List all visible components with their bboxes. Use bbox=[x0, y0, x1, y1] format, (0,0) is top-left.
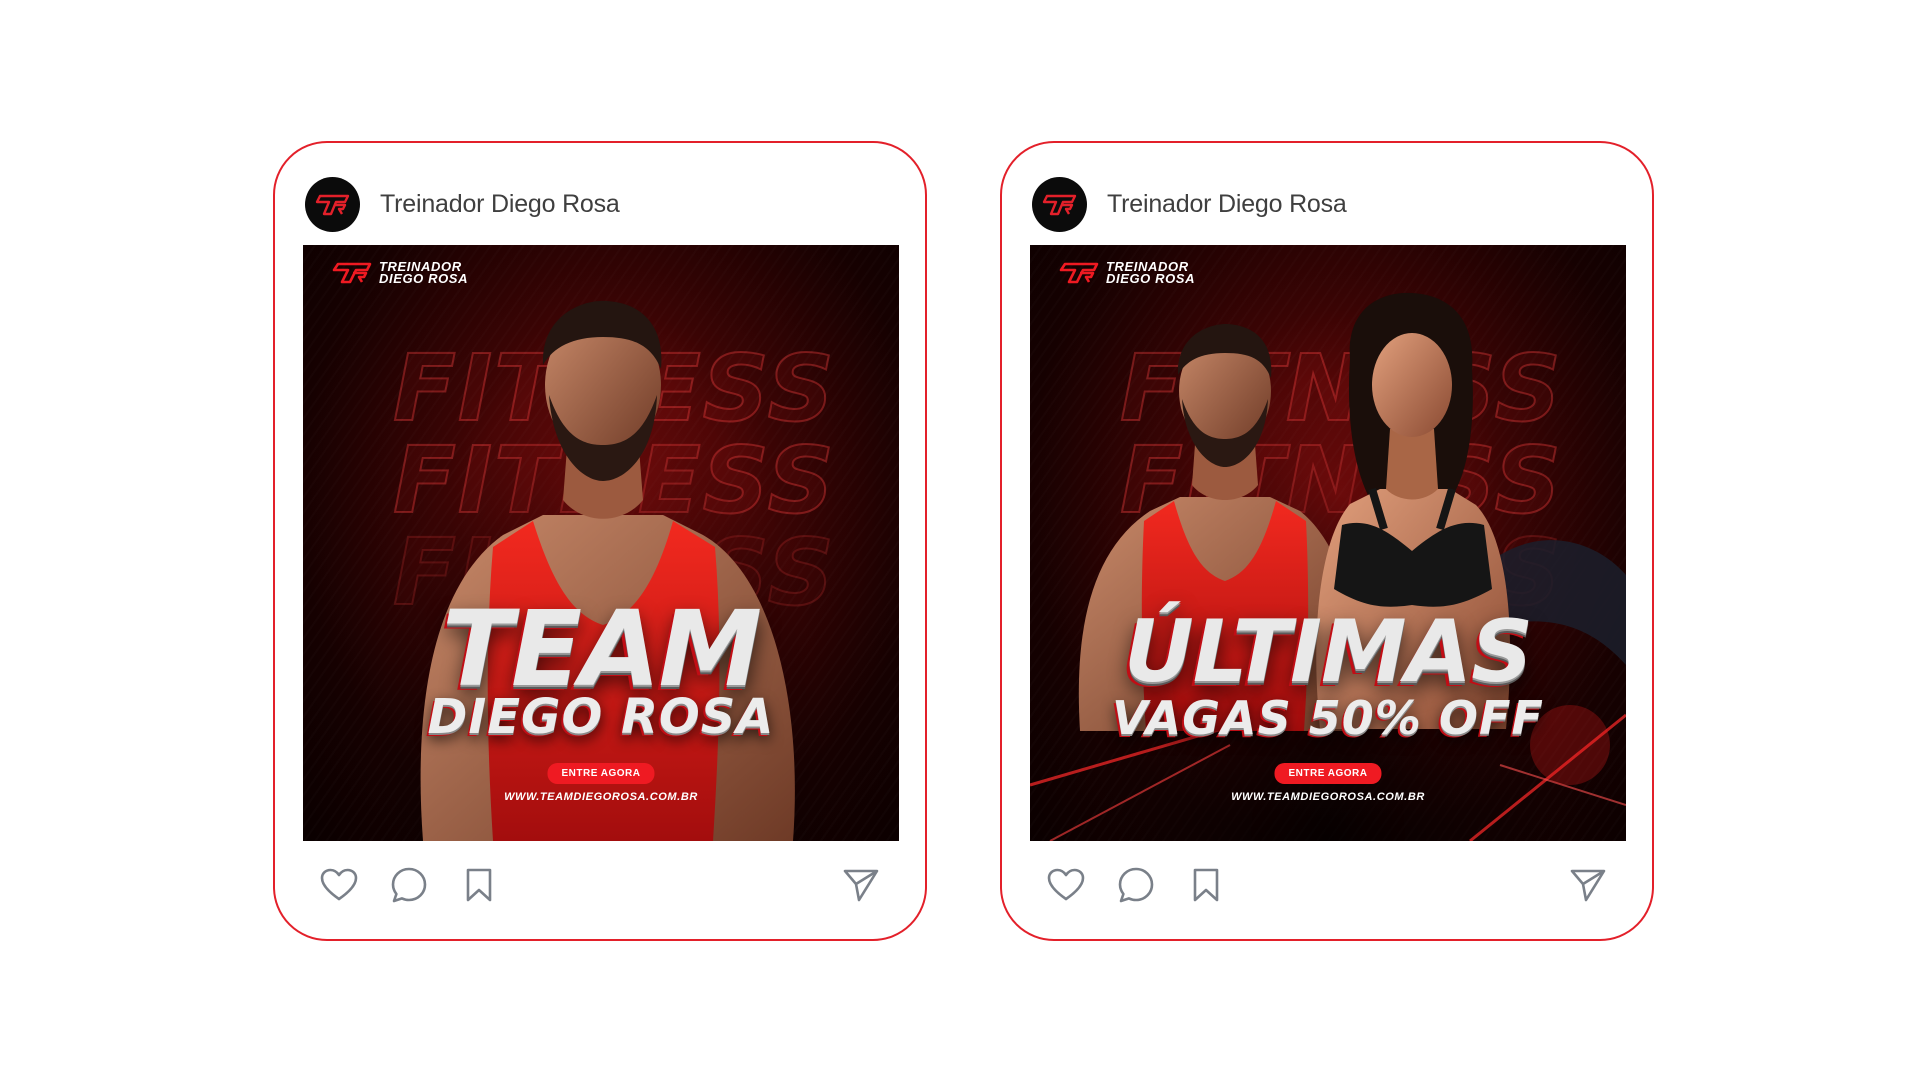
comment-button[interactable] bbox=[1116, 865, 1156, 905]
tr-logo-icon bbox=[1059, 262, 1099, 284]
account-name[interactable]: Treinador Diego Rosa bbox=[1107, 190, 1347, 219]
heart-icon bbox=[1047, 868, 1085, 901]
tr-logo-icon bbox=[1042, 194, 1076, 215]
avatar[interactable] bbox=[1032, 177, 1087, 232]
account-name[interactable]: Treinador Diego Rosa bbox=[380, 190, 620, 219]
brand-logo: TREINADOR DIEGO ROSA bbox=[1058, 260, 1196, 286]
headline-main: ÚLTIMAS bbox=[1123, 602, 1533, 702]
headline-sub: VAGAS 50% OFF bbox=[1112, 691, 1544, 745]
action-bar bbox=[1046, 865, 1608, 905]
send-icon bbox=[843, 869, 879, 902]
bookmark-icon bbox=[1193, 868, 1219, 902]
cta-button[interactable]: ENTRE AGORA bbox=[1274, 763, 1382, 784]
save-button[interactable] bbox=[459, 865, 499, 905]
post-card: Treinador Diego Rosa FITNESS FITNESS FIT… bbox=[273, 141, 927, 941]
like-button[interactable] bbox=[319, 865, 359, 905]
brand-logo: TREINADOR DIEGO ROSA bbox=[331, 260, 469, 286]
heart-icon bbox=[320, 868, 358, 901]
post-image[interactable]: FITNESS FITNESS FITNESS TREINADOR DIEGO … bbox=[303, 245, 899, 841]
comment-icon bbox=[1118, 867, 1154, 903]
post-header: Treinador Diego Rosa bbox=[305, 177, 620, 232]
comment-button[interactable] bbox=[389, 865, 429, 905]
brand-line-2: DIEGO ROSA bbox=[379, 271, 469, 286]
action-bar bbox=[319, 865, 881, 905]
website-url: WWW.TEAMDIEGOROSA.COM.BR bbox=[504, 791, 698, 803]
comment-icon bbox=[391, 867, 427, 903]
man-photo bbox=[420, 300, 795, 841]
cta-button[interactable]: ENTRE AGORA bbox=[547, 763, 655, 784]
send-icon bbox=[1570, 869, 1606, 902]
headline-main: TEAM bbox=[442, 588, 762, 710]
post-card: Treinador Diego Rosa FITNESS FITNESS FIT… bbox=[1000, 141, 1654, 941]
post-header: Treinador Diego Rosa bbox=[1032, 177, 1347, 232]
post-image[interactable]: FITNESS FITNESS FITNESS TREINADOR DIEGO … bbox=[1030, 245, 1626, 841]
share-button[interactable] bbox=[841, 865, 881, 905]
share-button[interactable] bbox=[1568, 865, 1608, 905]
avatar[interactable] bbox=[305, 177, 360, 232]
headline-sub: DIEGO ROSA bbox=[427, 689, 775, 745]
like-button[interactable] bbox=[1046, 865, 1086, 905]
tr-logo-icon bbox=[332, 262, 372, 284]
brand-line-2: DIEGO ROSA bbox=[1106, 271, 1196, 286]
tr-logo-icon bbox=[315, 194, 349, 215]
website-url: WWW.TEAMDIEGOROSA.COM.BR bbox=[1231, 791, 1425, 803]
bookmark-icon bbox=[466, 868, 492, 902]
save-button[interactable] bbox=[1186, 865, 1226, 905]
